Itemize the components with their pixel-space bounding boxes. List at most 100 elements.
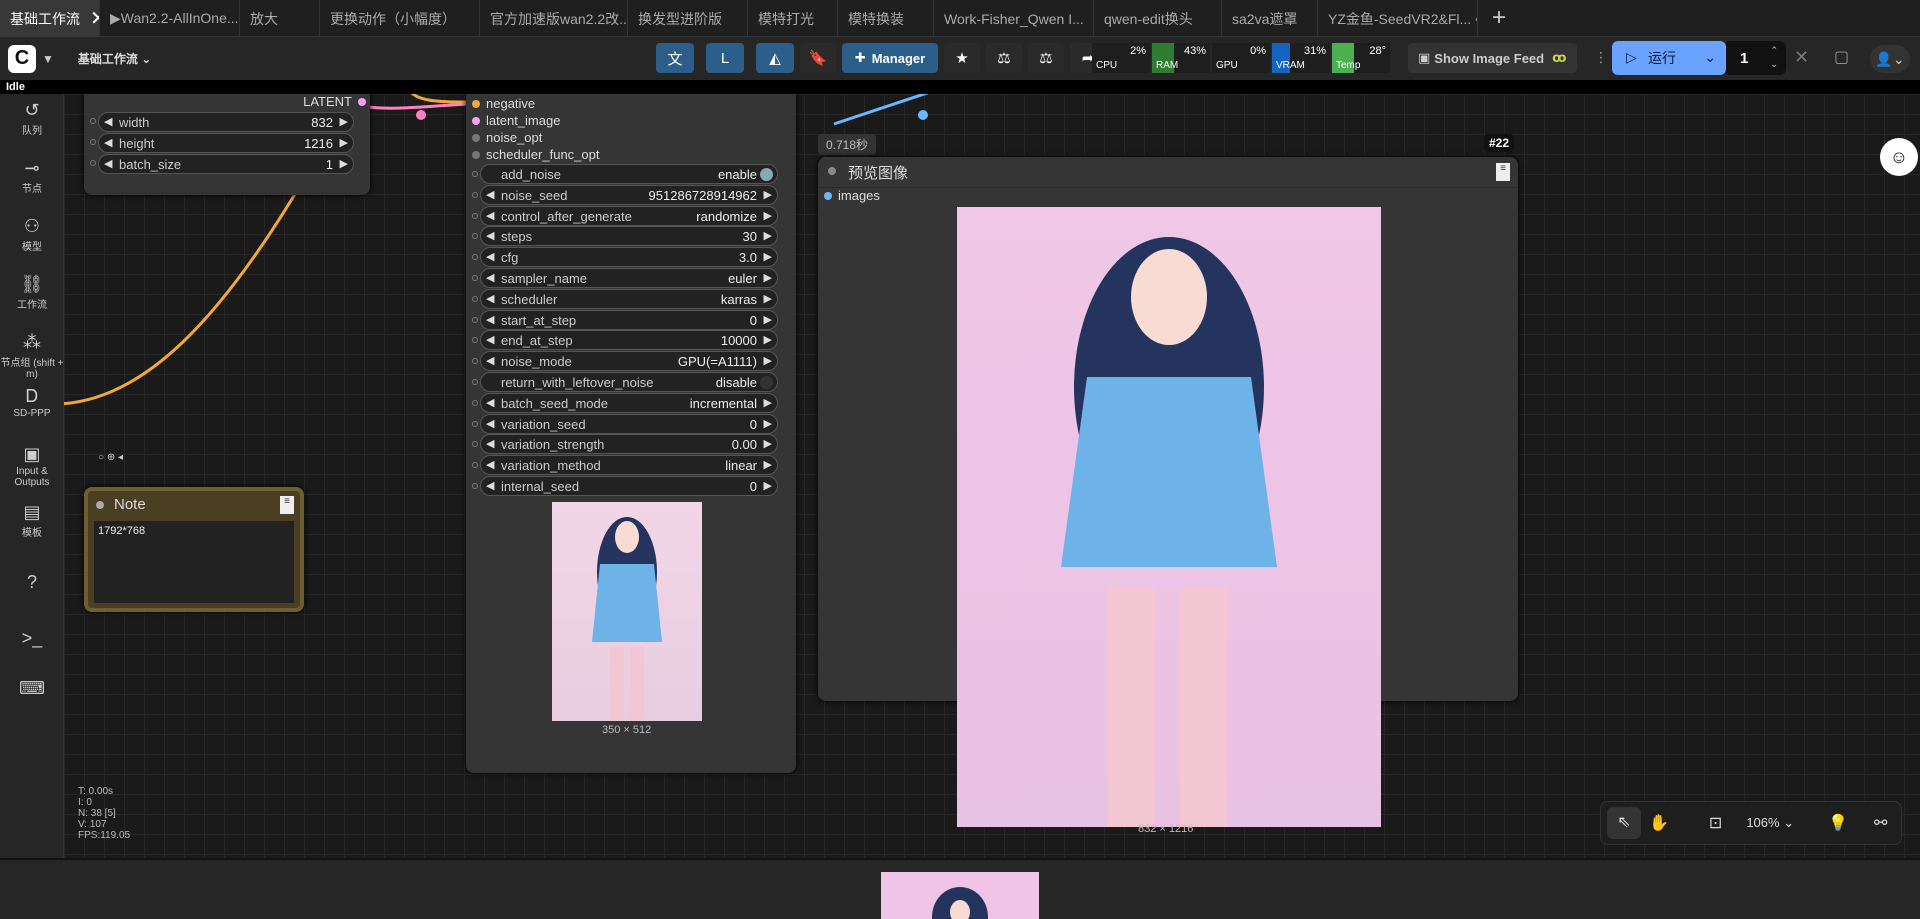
preview-image[interactable] bbox=[957, 207, 1381, 827]
increment-arrow-icon[interactable]: ▶ bbox=[764, 292, 772, 305]
decrement-arrow-icon[interactable]: ◀ bbox=[486, 209, 494, 222]
sidebar-item-6[interactable]: ▣ Input & Outputs bbox=[0, 444, 64, 488]
increment-arrow-icon[interactable]: ▶ bbox=[764, 271, 772, 284]
widget-scheduler[interactable]: ◀ scheduler karras ▶ bbox=[480, 288, 778, 309]
compare-icon[interactable]: ⚖ bbox=[986, 43, 1022, 73]
increment-arrow-icon[interactable]: ▶ bbox=[340, 115, 348, 128]
widget-input-dot[interactable] bbox=[472, 399, 478, 406]
manager-button[interactable]: ✚ Manager bbox=[842, 43, 938, 73]
collapse-dot[interactable] bbox=[828, 167, 836, 175]
fit-view-icon[interactable]: ⊡ bbox=[1709, 813, 1722, 833]
toggle-knob[interactable] bbox=[760, 168, 773, 181]
increment-arrow-icon[interactable]: ▶ bbox=[340, 136, 348, 149]
tab-10[interactable]: sa2va遮罩 bbox=[1222, 0, 1318, 37]
widget-steps[interactable]: ◀ steps 30 ▶ bbox=[480, 226, 778, 247]
increment-arrow-icon[interactable]: ▶ bbox=[764, 437, 772, 450]
chevron-down-icon[interactable]: ▼ bbox=[42, 52, 54, 66]
note-textarea[interactable]: 1792*768 bbox=[94, 521, 294, 603]
run-button[interactable]: ▷ 运行 ⌄ bbox=[1612, 41, 1726, 75]
widget-start_at_step[interactable]: ◀ start_at_step 0 ▶ bbox=[480, 309, 778, 330]
widget-input-dot[interactable] bbox=[472, 275, 478, 281]
increment-arrow-icon[interactable]: ▶ bbox=[764, 458, 772, 471]
widget-batch_seed_mode[interactable]: ◀ batch_seed_mode incremental ▶ bbox=[480, 392, 778, 413]
decrement-arrow-icon[interactable]: ◀ bbox=[104, 157, 112, 170]
decrement-arrow-icon[interactable]: ◀ bbox=[486, 188, 494, 201]
widget-input-dot[interactable] bbox=[472, 212, 478, 219]
decrement-arrow-icon[interactable]: ◀ bbox=[486, 354, 494, 367]
increment-arrow-icon[interactable]: ▶ bbox=[340, 157, 348, 170]
sidebar-item-7[interactable]: ▤ 模板 bbox=[0, 502, 64, 539]
compare-alt-icon[interactable]: ⚖ bbox=[1028, 43, 1064, 73]
note-node[interactable]: Note ≡ 1792*768 bbox=[84, 487, 304, 612]
increment-arrow-icon[interactable]: ▶ bbox=[764, 417, 772, 430]
link-visibility-icon[interactable]: ⚯ bbox=[1874, 813, 1887, 833]
input-dot-latent_image[interactable] bbox=[472, 117, 480, 125]
widget-input-dot[interactable] bbox=[472, 254, 478, 261]
preview-image-node[interactable]: 预览图像 ≡ images 832 × 1216 bbox=[818, 157, 1518, 835]
increment-arrow-icon[interactable]: ▶ bbox=[764, 313, 772, 326]
decrement-arrow-icon[interactable]: ◀ bbox=[486, 458, 494, 471]
increment-arrow-icon[interactable]: ▶ bbox=[764, 229, 772, 242]
widget-height[interactable]: ◀ height 1216 ▶ bbox=[98, 133, 354, 153]
tab-0[interactable]: 基础工作流 ✕ bbox=[0, 0, 100, 37]
decrement-arrow-icon[interactable]: ◀ bbox=[486, 396, 494, 409]
sidebar-item-5[interactable]: Ꭰ SD-PPP bbox=[0, 386, 64, 419]
widget-end_at_step[interactable]: ◀ end_at_step 10000 ▶ bbox=[480, 330, 778, 351]
show-image-feed-button[interactable]: ▣ Show Image Feed ꝏ bbox=[1408, 43, 1577, 73]
brush-icon[interactable]: ◭ bbox=[756, 43, 794, 73]
node-toggle-icons[interactable]: ○ ⊕ ◂ bbox=[98, 452, 123, 463]
decrement-arrow-icon[interactable]: ◀ bbox=[486, 271, 494, 284]
widget-input-dot[interactable] bbox=[472, 171, 478, 177]
document-icon[interactable]: ≡ bbox=[1496, 163, 1510, 181]
workflow-menu[interactable]: 基础工作流 ⌄ bbox=[78, 50, 151, 67]
toggle-knob[interactable] bbox=[760, 376, 773, 389]
tab-11[interactable]: YZ金鱼-SeedVR2&Fl...• bbox=[1318, 0, 1478, 37]
widget-noise_mode[interactable]: ◀ noise_mode GPU(=A1111) ▶ bbox=[480, 351, 778, 372]
sidebar-item-3[interactable]: ⛓ 工作流 bbox=[0, 274, 64, 311]
star-icon[interactable]: ★ bbox=[944, 43, 980, 73]
sidebar-item-2[interactable]: ⚇ 模型 bbox=[0, 216, 64, 253]
select-pointer-icon[interactable]: ⇖ bbox=[1607, 807, 1641, 839]
widget-input-dot[interactable] bbox=[90, 139, 96, 145]
tab-2[interactable]: 放大 bbox=[240, 0, 320, 37]
widget-control_after_generate[interactable]: ◀ control_after_generate randomize ▶ bbox=[480, 205, 778, 226]
maximize-icon[interactable]: ▢ bbox=[1834, 47, 1849, 67]
close-icon[interactable]: ✕ bbox=[90, 6, 99, 31]
increment-arrow-icon[interactable]: ▶ bbox=[764, 479, 772, 492]
decrement-arrow-icon[interactable]: ◀ bbox=[104, 136, 112, 149]
widget-input-dot[interactable] bbox=[472, 483, 478, 489]
increment-arrow-icon[interactable]: ▶ bbox=[764, 188, 772, 201]
widget-input-dot[interactable] bbox=[472, 295, 478, 302]
widget-input-dot[interactable] bbox=[472, 462, 478, 469]
decrement-arrow-icon[interactable]: ◀ bbox=[486, 250, 494, 263]
chevron-down-icon[interactable]: ⌄ bbox=[1704, 49, 1716, 66]
widget-input-dot[interactable] bbox=[472, 358, 478, 365]
decrement-arrow-icon[interactable]: ◀ bbox=[486, 437, 494, 450]
widget-input-dot[interactable] bbox=[472, 441, 478, 448]
increment-arrow-icon[interactable]: ▶ bbox=[764, 333, 772, 346]
stepper-icon[interactable]: ⌃ ⌄ bbox=[1770, 43, 1778, 71]
empty-latent-node[interactable]: LATENT ◀ width 832 ▶ ◀ height 1216 ▶ ◀ batch_size… bbox=[84, 94, 370, 195]
decrement-arrow-icon[interactable]: ◀ bbox=[486, 417, 494, 430]
sidebar-item-8[interactable]: ? bbox=[0, 572, 64, 594]
tab-8[interactable]: Work-Fisher_Qwen I... bbox=[934, 0, 1094, 37]
widget-variation_strength[interactable]: ◀ variation_strength 0.00 ▶ bbox=[480, 434, 778, 455]
widget-variation_seed[interactable]: ◀ variation_seed 0 ▶ bbox=[480, 413, 778, 434]
feed-thumbnail[interactable] bbox=[881, 872, 1039, 919]
images-input-dot[interactable] bbox=[824, 192, 832, 200]
comfy-logo-icon[interactable]: C bbox=[8, 44, 36, 73]
widget-input-dot[interactable] bbox=[472, 191, 478, 198]
increment-arrow-icon[interactable]: ▶ bbox=[764, 354, 772, 367]
collapse-dot[interactable] bbox=[96, 501, 104, 509]
sidebar-item-1[interactable]: ⊸ 节点 bbox=[0, 158, 64, 195]
widget-return_with_leftover_noise[interactable]: return_with_leftover_noise disable bbox=[480, 372, 778, 392]
pan-hand-icon[interactable]: ✋ bbox=[1649, 813, 1669, 833]
decrement-arrow-icon[interactable]: ◀ bbox=[486, 229, 494, 242]
sampler-preview-image[interactable] bbox=[552, 502, 702, 721]
increment-arrow-icon[interactable]: ▶ bbox=[764, 396, 772, 409]
decrement-arrow-icon[interactable]: ◀ bbox=[486, 292, 494, 305]
ksampler-advanced-node[interactable]: negative latent_image noise_opt scheduler_f… bbox=[466, 94, 796, 773]
widget-batch_size[interactable]: ◀ batch_size 1 ▶ bbox=[98, 154, 354, 174]
widget-add_noise[interactable]: add_noise enable bbox=[480, 164, 778, 184]
input-dot-scheduler_func_opt[interactable] bbox=[472, 151, 480, 159]
